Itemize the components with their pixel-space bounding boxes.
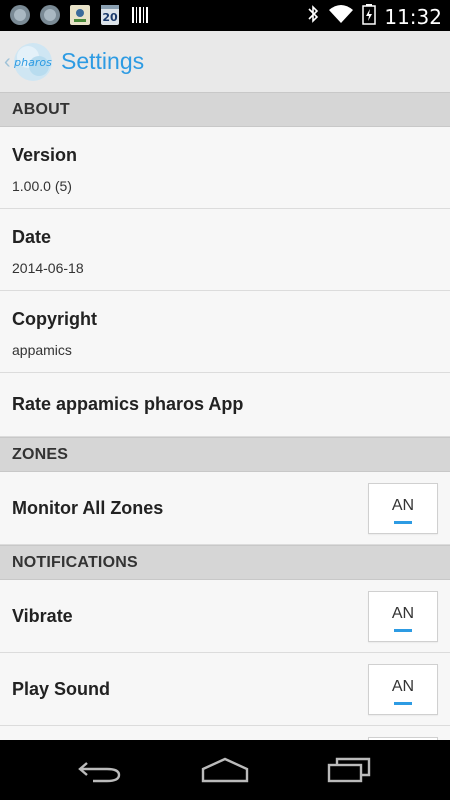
copyright-title: Copyright [12, 309, 97, 329]
toggle-indicator [394, 629, 412, 632]
notification-icons: 20 [8, 4, 152, 26]
up-caret-icon[interactable]: ‹ [4, 51, 11, 74]
play-sound-title: Play Sound [12, 678, 111, 699]
back-button[interactable] [70, 754, 130, 786]
monitor-zones-toggle[interactable]: AN [368, 483, 438, 534]
date-value: 2014-06-18 [12, 260, 84, 276]
date-title: Date [12, 227, 52, 247]
monitor-zones-toggle-label: AN [391, 497, 415, 514]
app-icon-2 [38, 4, 62, 26]
monitor-zones-title: Monitor All Zones [12, 497, 164, 518]
vibrate-toggle-label: AN [391, 605, 415, 622]
copyright-row[interactable]: Copyright appamics [0, 291, 450, 373]
logo-text: pharos [13, 56, 52, 69]
monitor-zones-row[interactable]: Monitor All Zones AN [0, 472, 450, 545]
play-sound-toggle[interactable]: AN [368, 664, 438, 715]
app-icon-1 [8, 4, 32, 26]
home-icon [201, 757, 249, 783]
vibrate-toggle[interactable]: AN [368, 591, 438, 642]
calendar-20-icon: 20 [98, 4, 122, 26]
section-header-zones: ZONES [0, 437, 450, 472]
vibrate-row[interactable]: Vibrate AN [0, 580, 450, 653]
recent-apps-icon [327, 757, 371, 783]
clock-time: 11:32 [384, 4, 442, 29]
action-bar: ‹ pharos Settings [0, 31, 450, 93]
section-header-notifications: NOTIFICATIONS [0, 545, 450, 580]
settings-list[interactable]: ABOUT Version 1.00.0 (5) Date 2014-06-18… [0, 92, 450, 740]
navigation-bar [0, 740, 450, 800]
app-icon-3 [68, 4, 92, 26]
toggle-indicator [394, 521, 412, 524]
next-setting-row[interactable] [0, 726, 450, 740]
version-value: 1.00.0 (5) [12, 178, 72, 194]
date-row[interactable]: Date 2014-06-18 [0, 209, 450, 291]
toggle-indicator [394, 702, 412, 705]
status-bar: 20 11:32 [0, 0, 450, 31]
wifi-icon [328, 4, 354, 29]
back-arrow-icon [78, 762, 121, 783]
rate-app-title: Rate appamics pharos App [12, 394, 244, 414]
home-button[interactable] [195, 754, 255, 786]
app-logo[interactable]: pharos [12, 41, 54, 83]
barcode-icon [128, 4, 152, 26]
battery-icon [362, 3, 377, 30]
bluetooth-icon [306, 3, 320, 30]
copyright-value: appamics [12, 342, 72, 358]
recent-apps-button[interactable] [320, 754, 380, 786]
vibrate-title: Vibrate [12, 605, 73, 626]
play-sound-toggle-label: AN [391, 678, 415, 695]
version-row[interactable]: Version 1.00.0 (5) [0, 127, 450, 209]
rate-app-row[interactable]: Rate appamics pharos App [0, 373, 450, 437]
page-title: Settings [61, 48, 145, 74]
version-title: Version [12, 145, 78, 165]
play-sound-row[interactable]: Play Sound AN [0, 653, 450, 726]
calendar-day: 20 [102, 11, 118, 24]
section-header-about: ABOUT [0, 92, 450, 127]
system-icons: 11:32 [306, 3, 442, 30]
